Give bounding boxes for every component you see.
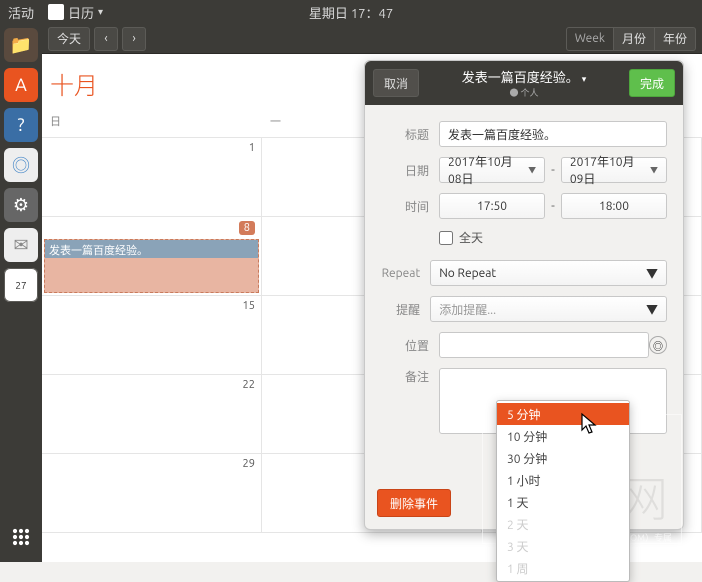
reminder-select[interactable]: 添加提醒...▼ [430,296,667,322]
day-number: 22 [243,379,255,391]
dropdown-option[interactable]: 5 分钟 [497,403,629,425]
calendar-app-icon [48,4,64,20]
view-month[interactable]: 月份 [614,27,655,51]
allday-label: 全天 [459,229,483,246]
dialog-header: 取消 发表一篇百度经验。 ▾ ● 个人 完成 [365,61,683,105]
menubar: 活动 日历 ▾ 星期日 17：47 [0,0,702,24]
dropdown-option[interactable]: 1 天 [497,491,629,513]
calendar-cell[interactable]: 1 [42,138,262,217]
location-input[interactable] [439,332,649,358]
dialog-subtitle: ● 个人 [419,86,629,99]
title-input[interactable] [439,121,667,147]
clock[interactable]: 星期日 17：47 [309,3,393,22]
launcher-mail[interactable]: ✉ [4,228,38,262]
label-reminder: 提醒 [381,301,420,318]
event-title: 发表一篇百度经验。 [45,240,258,258]
dash: - [549,163,557,177]
next-button[interactable]: › [122,27,146,51]
dropdown-option[interactable]: 3 天 [497,535,629,557]
day-number: 8 [239,221,255,235]
dropdown-option[interactable]: 2 天 [497,513,629,535]
launcher-files[interactable]: 📁 [4,28,38,62]
location-target-icon[interactable]: ◎ [649,336,667,354]
app-menu[interactable]: 日历 ▾ [42,3,109,22]
calendar-cell[interactable]: 22 [42,375,262,454]
dash: - [549,199,557,213]
view-week[interactable]: Week [566,27,614,51]
dropdown-option[interactable]: 1 小时 [497,469,629,491]
dropdown-option[interactable]: 30 分钟 [497,447,629,469]
dialog-title-wrap: 发表一篇百度经验。 ▾ ● 个人 [419,67,629,99]
label-location: 位置 [381,337,429,354]
launcher-software[interactable]: A [4,68,38,102]
label-notes: 备注 [381,368,429,385]
day-number: 29 [243,458,255,470]
dropdown-option[interactable]: 1 周 [497,557,629,579]
calendar-cell[interactable]: 29 [42,454,262,533]
time-end-picker[interactable]: 18:00 [561,193,667,219]
chevron-down-icon: ▾ [98,6,103,18]
caret-down-icon: ▼ [646,265,658,282]
day-number: 1 [249,142,255,154]
launcher-help[interactable]: ? [4,108,38,142]
launcher: 📁 A ? ◎ ⚙ ✉ 27 [0,24,42,562]
dayname: 日 [42,109,262,133]
done-button[interactable]: 完成 [629,69,675,97]
activities-label[interactable]: 活动 [8,3,34,22]
dialog-title: 发表一篇百度经验。 ▾ [419,67,629,86]
reminder-dropdown[interactable]: 5 分钟10 分钟30 分钟1 小时1 天2 天3 天1 周 [496,400,630,582]
launcher-chromium[interactable]: ◎ [4,148,38,182]
cancel-button[interactable]: 取消 [373,69,419,97]
calendar-cell[interactable]: 15 [42,296,262,375]
allday-checkbox[interactable] [439,231,453,245]
app-name: 日历 [68,3,94,22]
launcher-calendar[interactable]: 27 [4,268,38,302]
calendar-cell[interactable]: 8 发表一篇百度经验。 [42,217,262,296]
label-title: 标题 [381,126,429,143]
time-start-picker[interactable]: 17:50 [439,193,545,219]
day-number: 15 [243,300,255,312]
repeat-select[interactable]: No Repeat▼ [430,260,667,286]
view-year[interactable]: 年份 [655,27,696,51]
today-button[interactable]: 今天 [48,27,90,51]
dropdown-option[interactable]: 10 分钟 [497,425,629,447]
delete-event-button[interactable]: 删除事件 [377,489,451,517]
event-block[interactable]: 发表一篇百度经验。 [44,239,259,293]
caret-down-icon: ▼ [650,165,658,176]
caret-down-icon: ▼ [528,165,536,176]
caret-down-icon: ▼ [646,301,658,318]
date-start-picker[interactable]: 2017年10月08日▼ [439,157,545,183]
label-date: 日期 [381,162,429,179]
label-time: 时间 [381,198,429,215]
date-end-picker[interactable]: 2017年10月09日▼ [561,157,667,183]
calendar-toolbar: 今天 ‹ › Week 月份 年份 [42,24,702,54]
prev-button[interactable]: ‹ [94,27,118,51]
launcher-apps-grid[interactable] [4,520,38,554]
label-repeat: Repeat [381,267,420,280]
launcher-settings[interactable]: ⚙ [4,188,38,222]
